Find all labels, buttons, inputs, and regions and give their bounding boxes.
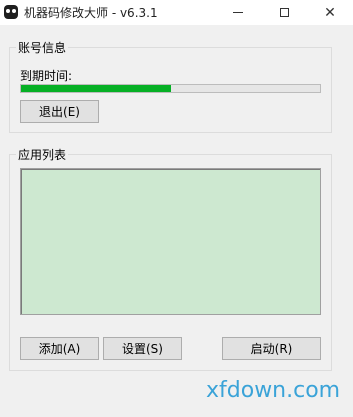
expiry-progress-bar [20,84,321,93]
app-window: 机器码修改大师 - v6.3.1 ✕ 账号信息 到期时间: 退出(E) 应用列表… [0,0,353,417]
watermark-text: xfdown.com [206,378,341,403]
close-icon: ✕ [324,4,336,21]
logout-button[interactable]: 退出(E) [20,100,99,123]
title-bar[interactable]: 机器码修改大师 - v6.3.1 ✕ [0,0,353,25]
window-title: 机器码修改大师 - v6.3.1 [24,6,158,20]
settings-button[interactable]: 设置(S) [103,337,182,360]
app-list-title: 应用列表 [16,146,69,163]
close-button[interactable]: ✕ [307,0,353,25]
maximize-button[interactable] [261,0,307,25]
add-button[interactable]: 添加(A) [20,337,99,360]
app-icon [4,5,18,19]
account-info-group: 账号信息 到期时间: 退出(E) [9,39,332,133]
app-list-group: 应用列表 添加(A) 设置(S) 启动(R) [9,146,332,371]
maximize-icon [279,8,289,17]
minimize-icon [233,12,243,13]
start-button[interactable]: 启动(R) [222,337,321,360]
expiry-time-label: 到期时间: [20,69,73,83]
account-info-title: 账号信息 [16,39,69,56]
expiry-progress-fill [21,85,171,92]
minimize-button[interactable] [215,0,261,25]
app-list-box[interactable] [20,168,321,315]
